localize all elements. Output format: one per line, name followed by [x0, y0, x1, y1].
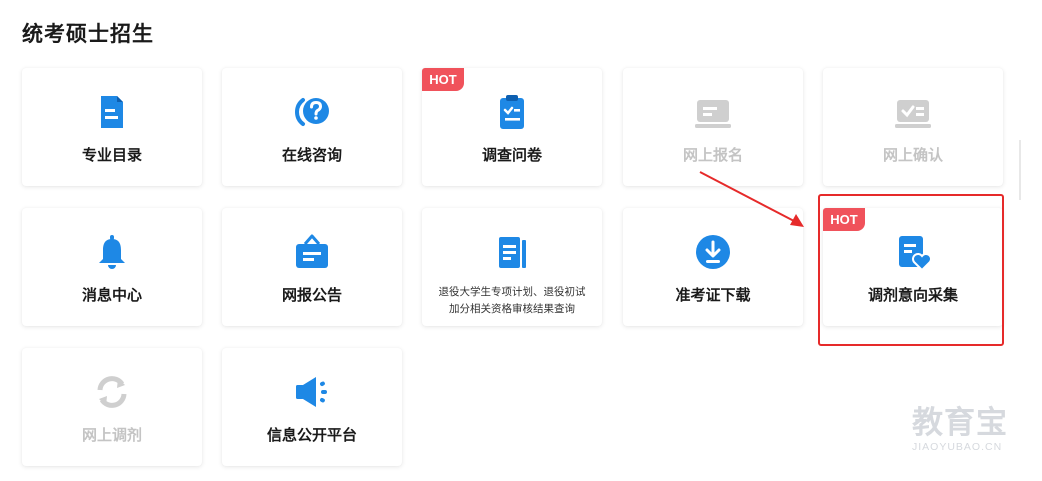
card-label: 网上报名 [682, 146, 743, 164]
form-heart-icon [893, 232, 933, 272]
watermark-logo: 教育宝 JIAOYUBAO.CN [912, 406, 1024, 454]
card-survey[interactable]: HOT 调查问卷 [422, 68, 602, 186]
clipboard-icon [492, 92, 532, 132]
card-online-adjustment[interactable]: 网上调剂 [22, 348, 202, 466]
card-online-consult[interactable]: 在线咨询 [222, 68, 402, 186]
hot-badge: HOT [422, 68, 464, 91]
card-online-confirm[interactable]: 网上确认 [823, 68, 1003, 186]
confirm-icon [893, 92, 933, 132]
card-label: 信息公开平台 [266, 426, 357, 444]
card-label: 消息中心 [81, 286, 142, 304]
card-message-center[interactable]: 消息中心 [22, 208, 202, 326]
card-adjustment-intention[interactable]: HOT 调剂意向采集 [823, 208, 1003, 326]
document-icon [492, 232, 532, 272]
card-label: 网上确认 [882, 146, 943, 164]
hot-badge: HOT [823, 208, 865, 231]
card-label: 在线咨询 [281, 146, 342, 164]
card-online-register[interactable]: 网上报名 [623, 68, 803, 186]
card-label: 网上调剂 [81, 426, 142, 444]
watermark-cn: 教育宝 [912, 405, 1008, 441]
download-icon [693, 232, 733, 272]
card-label: 调剂意向采集 [867, 286, 958, 304]
catalog-icon [92, 92, 132, 132]
card-major-catalog[interactable]: 专业目录 [22, 68, 202, 186]
consult-icon [292, 92, 332, 132]
card-sublabel: 退役大学生专项计划、退役初试 加分相关资格审核结果查询 [428, 284, 596, 318]
card-registration-notice[interactable]: 网报公告 [222, 208, 402, 326]
refresh-icon [92, 372, 132, 412]
card-veteran-query[interactable]: 退役大学生专项计划、退役初试 加分相关资格审核结果查询 [422, 208, 602, 326]
announcement-icon [292, 232, 332, 272]
card-admission-ticket-download[interactable]: 准考证下载 [623, 208, 803, 326]
card-label: 调查问卷 [481, 146, 542, 164]
scroll-edge [1019, 140, 1021, 200]
bell-icon [92, 232, 132, 272]
card-label: 网报公告 [281, 286, 342, 304]
section-title: 统考硕士招生 [22, 22, 154, 46]
card-info-disclosure-platform[interactable]: 信息公开平台 [222, 348, 402, 466]
sublabel-line: 退役大学生专项计划、退役初试 [438, 286, 586, 298]
card-label: 专业目录 [81, 146, 142, 164]
register-icon [693, 92, 733, 132]
sublabel-line: 加分相关资格审核结果查询 [449, 303, 575, 315]
watermark-en: JIAOYUBAO.CN [912, 441, 1003, 453]
speaker-icon [292, 372, 332, 412]
card-label: 准考证下载 [675, 286, 751, 304]
